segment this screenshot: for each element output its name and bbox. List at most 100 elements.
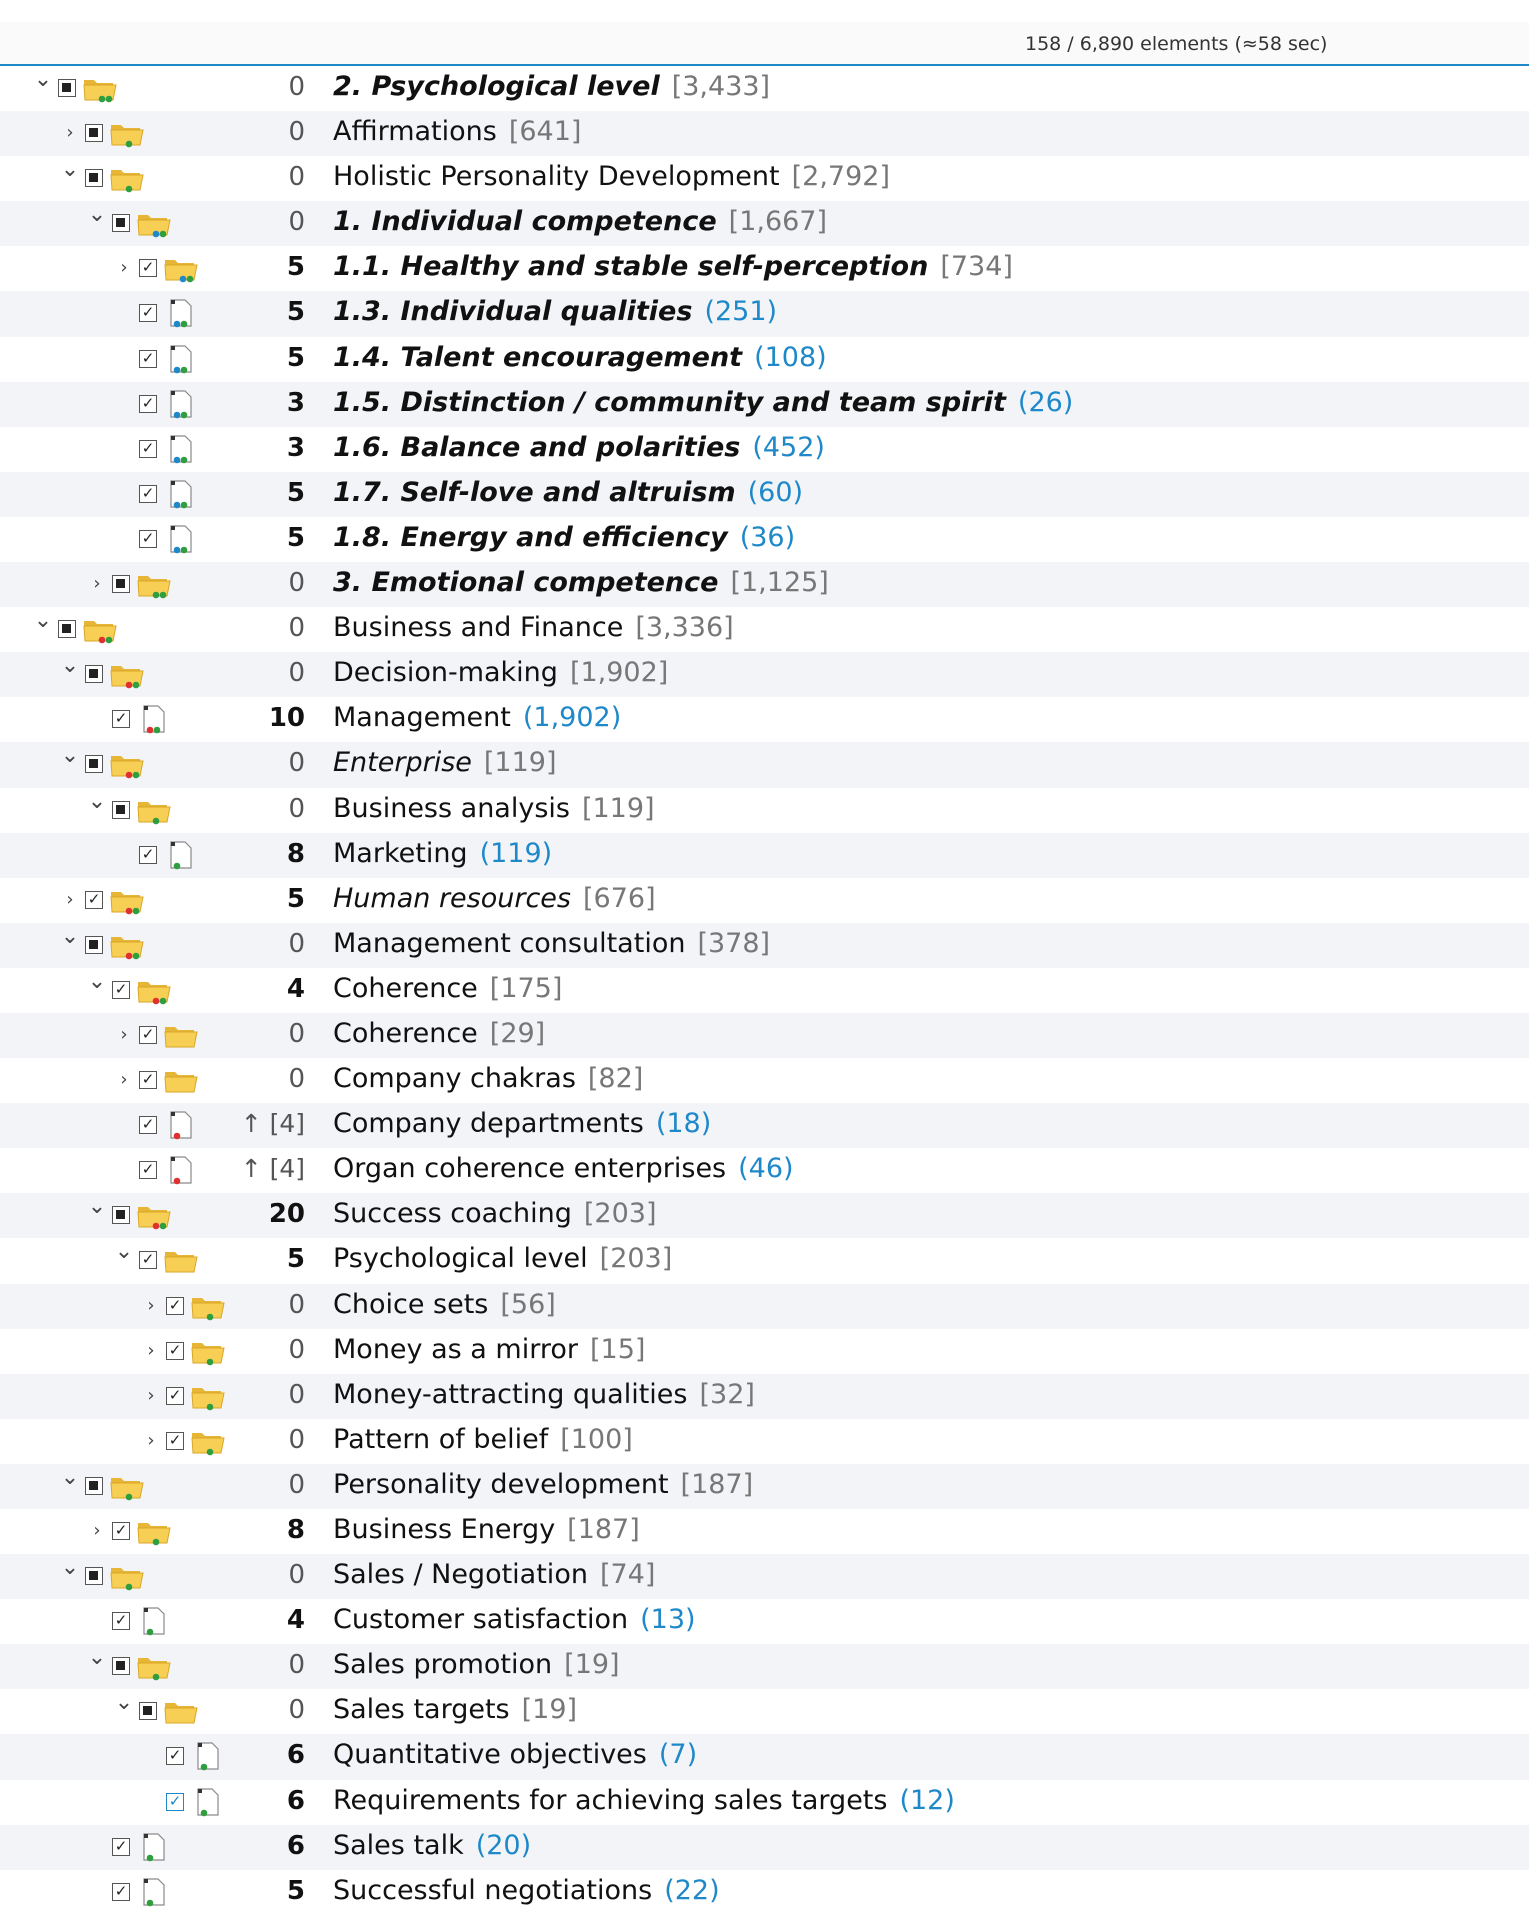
row-label[interactable]: 1.3. Individual qualities (251) [333,296,777,327]
row-label[interactable]: Sales promotion [19] [333,1649,620,1680]
checked-checkbox[interactable]: ✓ [139,1025,157,1044]
row-label[interactable]: 1.8. Energy and efficiency (36) [333,522,795,553]
tree-row[interactable]: › ✓ 0 Pattern of belief [100] [0,1419,1529,1464]
row-label[interactable]: 1.1. Healthy and stable self-perception [… [333,251,1013,282]
row-label[interactable]: 1.7. Self-love and altruism (60) [333,477,803,508]
checked-checkbox[interactable]: ✓ [139,1071,157,1090]
checked-checkbox[interactable]: ✓ [139,439,157,458]
row-label[interactable]: 1.6. Balance and polarities (452) [333,432,825,463]
tree-row[interactable]: › ✓ 5 Human resources [676] [0,878,1529,923]
checked-checkbox[interactable]: ✓ [139,259,157,278]
row-label[interactable]: Customer satisfaction (13) [333,1604,696,1635]
tree-row[interactable]: › ✓ 0 Company chakras [82] [0,1058,1529,1103]
tree-row[interactable]: ✓ 3 1.6. Balance and polarities (452) [0,427,1529,472]
tree-row[interactable]: › ✓ 0 Money-attracting qualities [32] [0,1373,1529,1419]
tree-row[interactable]: ✓ 5 1.7. Self-love and altruism (60) [0,471,1529,517]
row-label[interactable]: Company departments (18) [333,1108,711,1139]
collapse-chevron-icon[interactable]: ⌄ [59,1556,81,1580]
tree-row[interactable]: ⌄ 0 Sales targets [19] [0,1689,1529,1734]
checked-checkbox[interactable]: ✓ [112,1837,130,1856]
tree-row[interactable]: ✓ 5 1.4. Talent encouragement (108) [0,337,1529,382]
checked-checkbox[interactable]: ✓ [139,304,157,323]
partial-checkbox[interactable] [112,575,130,594]
tree-row[interactable]: › ✓ 5 1.1. Healthy and stable self-percept… [0,246,1529,291]
tree-row[interactable]: ✓ 10 Management (1,902) [0,697,1529,742]
expand-chevron-icon[interactable]: › [140,1294,162,1318]
expand-chevron-icon[interactable]: › [140,1429,162,1453]
partial-checkbox[interactable] [85,665,103,684]
tree-row[interactable]: ⌄ ✓ 4 Coherence [175] [0,968,1529,1013]
tree-row[interactable]: ✓ ↑ [4] Organ coherence enterprises (46) [0,1148,1529,1193]
row-label[interactable]: Sales targets [19] [333,1694,577,1725]
tree-row[interactable]: ✓ ↑ [4] Company departments (18) [0,1103,1529,1149]
collapse-chevron-icon[interactable]: ⌄ [59,744,81,768]
row-label[interactable]: Decision-making [1,902] [333,657,668,688]
tree-row[interactable]: › ✓ 0 Coherence [29] [0,1012,1529,1059]
collapse-chevron-icon[interactable]: ⌄ [86,203,108,227]
row-label[interactable]: Quantitative objectives (7) [333,1739,697,1770]
tree-row[interactable]: ⌄ 0 Management consultation [378] [0,922,1529,968]
expand-chevron-icon[interactable]: › [59,888,81,912]
row-label[interactable]: Management (1,902) [333,702,621,733]
expand-chevron-icon[interactable]: › [59,121,81,145]
row-label[interactable]: Enterprise [119] [333,747,557,778]
partial-checkbox[interactable] [58,620,76,639]
row-label[interactable]: Psychological level [203] [333,1243,672,1274]
collapse-chevron-icon[interactable]: ⌄ [59,654,81,678]
collapse-chevron-icon[interactable]: ⌄ [86,969,108,994]
tree-row[interactable]: › 0 3. Emotional competence [1,125] [0,562,1529,608]
checked-checkbox[interactable]: ✓ [139,349,157,368]
tree-row[interactable]: ✓ 8 Marketing (119) [0,832,1529,878]
checked-checkbox[interactable]: ✓ [166,1386,184,1405]
row-label[interactable]: Company chakras [82] [333,1063,643,1094]
tree-row[interactable]: ⌄ 20 Success coaching [203] [0,1193,1529,1239]
expand-chevron-icon[interactable]: › [113,256,135,280]
checked-checkbox[interactable]: ✓ [112,980,130,999]
checked-checkbox[interactable]: ✓ [139,1251,157,1270]
tree-row[interactable]: ⌄ 0 Business and Finance [3,336] [0,607,1529,652]
collapse-chevron-icon[interactable]: ⌄ [59,158,81,182]
collapse-chevron-icon[interactable]: ⌄ [32,609,54,633]
checked-checkbox[interactable]: ✓ [112,1522,130,1540]
checked-checkbox[interactable]: ✓ [166,1296,184,1315]
expand-chevron-icon[interactable]: › [140,1339,162,1363]
row-label[interactable]: Organ coherence enterprises (46) [333,1153,794,1184]
tree-row[interactable]: ✓ 6 Sales talk (20) [0,1824,1529,1870]
tree-row[interactable]: › 0 Affirmations [641] [0,111,1529,157]
checked-checkbox[interactable]: ✓ [112,1612,130,1631]
row-label[interactable]: Marketing (119) [333,838,552,869]
collapse-chevron-icon[interactable]: ⌄ [113,1240,135,1264]
checked-checkbox[interactable]: ✓ [166,1792,184,1811]
collapse-chevron-icon[interactable]: ⌄ [86,789,108,814]
tree-row[interactable]: ✓ 4 Customer satisfaction (13) [0,1599,1529,1644]
expand-chevron-icon[interactable]: › [86,1519,108,1543]
collapse-chevron-icon[interactable]: ⌄ [113,1691,135,1715]
tree-row[interactable]: ✓ 6 Quantitative objectives (7) [0,1734,1529,1780]
tree-row[interactable]: ⌄ ✓ 5 Psychological level [203] [0,1238,1529,1283]
collapse-chevron-icon[interactable]: ⌄ [86,1646,108,1670]
partial-checkbox[interactable] [85,169,103,188]
row-label[interactable]: 2. Psychological level [3,433] [333,71,770,102]
collapse-chevron-icon[interactable]: ⌄ [32,68,54,92]
row-label[interactable]: Sales / Negotiation [74] [333,1559,655,1590]
checked-checkbox[interactable]: ✓ [139,1161,157,1180]
tree-row[interactable]: ⌄ 0 Sales promotion [19] [0,1644,1529,1690]
collapse-chevron-icon[interactable]: ⌄ [59,1465,81,1490]
row-label[interactable]: Successful negotiations (22) [333,1875,720,1906]
row-label[interactable]: Money-attracting qualities [32] [333,1379,755,1410]
tree-row[interactable]: ⌄ 0 Business analysis [119] [0,788,1529,833]
row-label[interactable]: Coherence [29] [333,1018,545,1049]
checked-checkbox[interactable]: ✓ [166,1431,184,1450]
partial-checkbox[interactable] [112,800,130,819]
row-label[interactable]: Sales talk (20) [333,1830,531,1861]
tree-row[interactable]: ✓ 3 1.5. Distinction / community and team… [0,381,1529,427]
tree-row[interactable]: ⌄ 0 Sales / Negotiation [74] [0,1554,1529,1600]
row-label[interactable]: Choice sets [56] [333,1289,556,1320]
row-label[interactable]: 1. Individual competence [1,667] [333,206,827,237]
row-label[interactable]: Coherence [175] [333,973,562,1004]
partial-checkbox[interactable] [85,935,103,954]
partial-checkbox[interactable] [85,124,103,143]
row-label[interactable]: Success coaching [203] [333,1198,657,1229]
row-label[interactable]: Money as a mirror [15] [333,1334,645,1365]
tree-row[interactable]: ⌄ 0 Decision-making [1,902] [0,652,1529,698]
